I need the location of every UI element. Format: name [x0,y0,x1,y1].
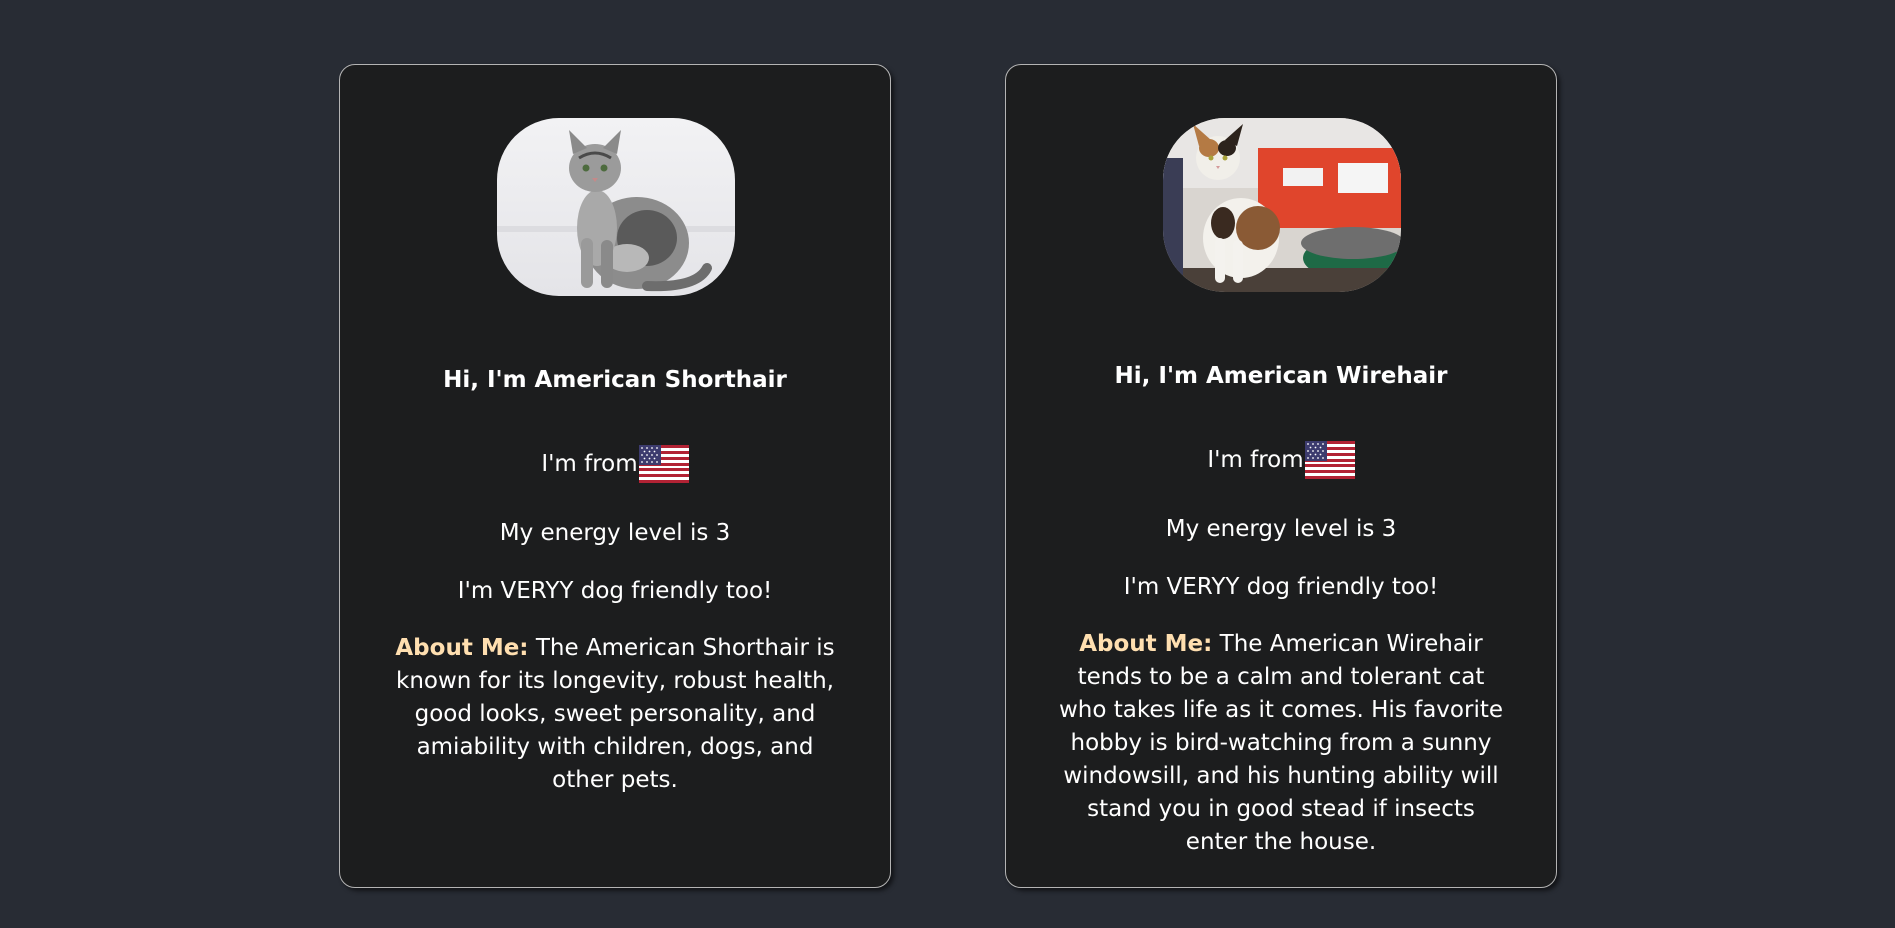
cat-photo-american-wirehair [1163,118,1401,292]
energy-level: My energy level is 3 [1165,516,1397,542]
origin-line: I'm from [1006,441,1556,479]
origin-line: I'm from [340,445,890,483]
origin-label: I'm from [541,451,638,477]
about-text: The American Wirehair tends to be a calm… [1058,631,1504,855]
us-flag-icon [638,445,689,483]
page: Hi, I'm American Shorthair I'm from My e… [0,0,1895,928]
cat-greeting: Hi, I'm American Wirehair [1114,363,1448,389]
about-paragraph: About Me: The American Shorthair is know… [390,632,840,797]
about-label: About Me: [395,635,529,661]
us-flag-icon [1304,441,1355,479]
cat-card-american-shorthair: Hi, I'm American Shorthair I'm from My e… [339,64,891,888]
cat-photo-american-shorthair [497,118,735,296]
cat-greeting: Hi, I'm American Shorthair [443,367,787,393]
cat-card-american-wirehair: Hi, I'm American Wirehair I'm from My en… [1005,64,1557,888]
dog-friendly-text: I'm VERYY dog friendly too! [457,578,773,604]
dog-friendly-text: I'm VERYY dog friendly too! [1123,574,1439,600]
about-label: About Me: [1079,631,1213,657]
origin-label: I'm from [1207,447,1304,473]
about-paragraph: About Me: The American Wirehair tends to… [1056,628,1506,859]
energy-level: My energy level is 3 [499,520,731,546]
